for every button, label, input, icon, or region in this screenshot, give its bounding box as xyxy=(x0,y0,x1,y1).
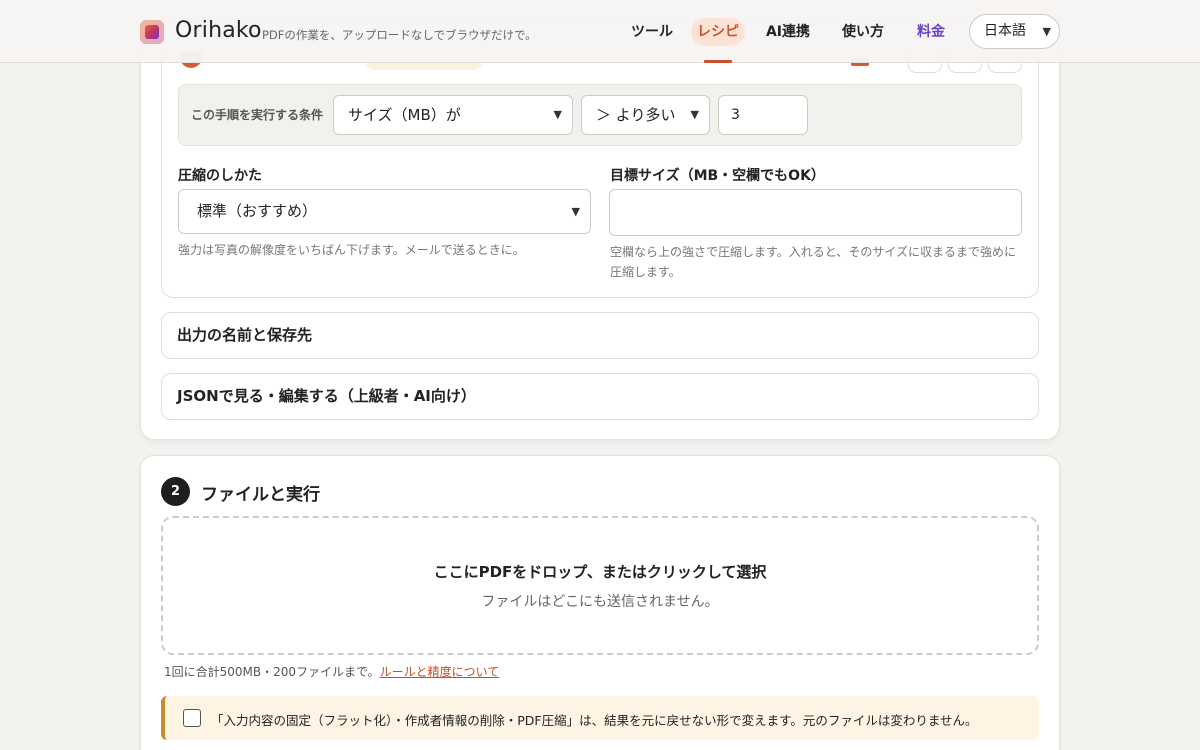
condition-operator-select[interactable]: ＞ より多い ▼ xyxy=(581,95,710,135)
pdf-dropzone[interactable] xyxy=(161,516,1039,655)
compression-hint: 強力は写真の解像度をいちばん下げます。メールで送るときに。 xyxy=(178,243,525,257)
step-title: ファイルと実行 xyxy=(201,485,320,505)
compression-value: 標準（おすすめ） xyxy=(197,202,318,220)
condition-label: この手順を実行する条件 xyxy=(191,108,324,122)
target-size-input[interactable] xyxy=(609,189,1022,236)
nav-ai[interactable]: AI連携 xyxy=(760,18,816,46)
compression-select[interactable]: 標準（おすすめ） ▼ xyxy=(178,189,591,234)
chevron-down-icon: ▼ xyxy=(1042,25,1051,38)
condition-value-input[interactable]: 3 xyxy=(718,95,808,135)
chevron-down-icon: ▼ xyxy=(571,205,580,218)
language-select[interactable]: 日本語 ▼ xyxy=(969,14,1060,49)
condition-field-value: サイズ（MB）が xyxy=(348,106,461,124)
top-header: Orihako PDFの作業を、アップロードなしでブラウザだけで。 ツール レシ… xyxy=(0,0,1200,63)
logo-icon[interactable] xyxy=(140,20,164,44)
nav-active-indicator xyxy=(704,60,732,63)
compression-label: 圧縮のしかた xyxy=(178,168,262,184)
dropzone-main-text: ここにPDFをドロップ、またはクリックして選択 xyxy=(433,563,767,581)
json-editor-accordion[interactable]: JSONで見る・編集する（上級者・AI向け） xyxy=(161,373,1039,420)
rules-link[interactable]: ルールと精度について xyxy=(380,665,500,679)
limit-note: 1回に合計500MB・200ファイルまで。ルールと精度について xyxy=(164,663,499,680)
chevron-down-icon: ▼ xyxy=(690,108,699,121)
condition-field-select[interactable]: サイズ（MB）が ▼ xyxy=(333,95,573,135)
brand-name[interactable]: Orihako xyxy=(175,18,262,43)
chevron-down-icon: ▼ xyxy=(553,108,562,121)
output-settings-accordion[interactable]: 出力の名前と保存先 xyxy=(161,312,1039,359)
condition-operator-value: ＞ より多い xyxy=(596,106,676,124)
nav-recipe[interactable]: レシピ xyxy=(691,18,745,46)
limit-text: 1回に合計500MB・200ファイルまで。 xyxy=(164,665,380,679)
nav-howto[interactable]: 使い方 xyxy=(836,18,890,46)
confirm-checkbox[interactable] xyxy=(183,709,201,727)
language-value: 日本語 xyxy=(984,23,1026,39)
nav-pricing[interactable]: 料金 xyxy=(908,18,954,46)
warning-text: 「入力内容の固定（フラット化）・作成者情報の削除・PDF圧縮」は、結果を元に戻せ… xyxy=(211,713,978,728)
tagline: PDFの作業を、アップロードなしでブラウザだけで。 xyxy=(262,28,537,42)
step-number-badge: 2 xyxy=(161,477,190,506)
target-size-label: 目標サイズ（MB・空欄でもOK） xyxy=(610,168,825,184)
dropzone-sub-text: ファイルはどこにも送信されません。 xyxy=(481,594,719,610)
target-size-hint: 空欄なら上の強さで圧縮します。入れると、そのサイズに収まるまで強めに圧縮します。 xyxy=(610,245,1016,279)
nav-tools[interactable]: ツール xyxy=(628,18,676,46)
